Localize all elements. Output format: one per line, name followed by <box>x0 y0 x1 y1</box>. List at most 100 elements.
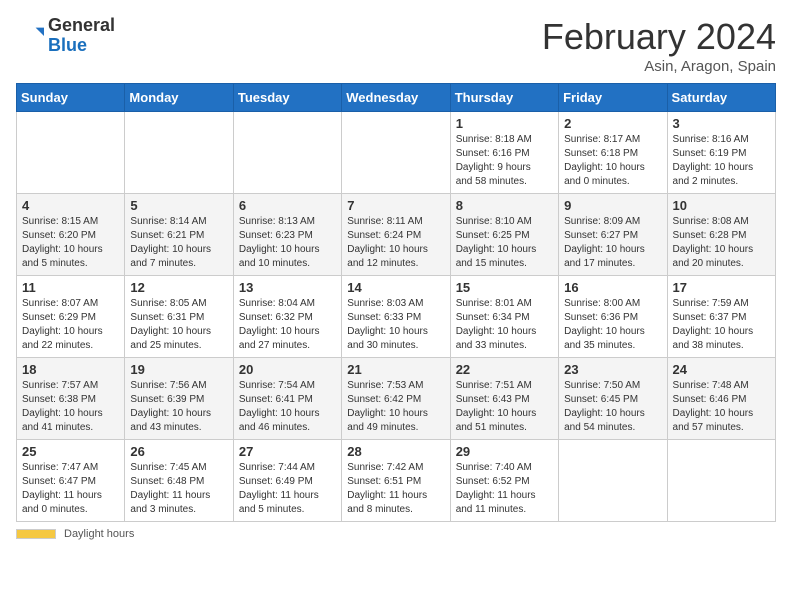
calendar-week-1: 1Sunrise: 8:18 AM Sunset: 6:16 PM Daylig… <box>17 112 776 194</box>
logo-general: General <box>48 16 115 36</box>
calendar-cell: 12 Sunrise: 8:05 AM Sunset: 6:31 PM Dayli… <box>125 276 233 358</box>
day-number: 22 <box>456 362 553 377</box>
calendar-cell: 18 Sunrise: 7:57 AM Sunset: 6:38 PM Dayli… <box>17 358 125 440</box>
calendar-cell: 4 Sunrise: 8:15 AM Sunset: 6:20 PM Daylig… <box>17 194 125 276</box>
calendar-cell: 16 Sunrise: 8:00 AM Sunset: 6:36 PM Dayli… <box>559 276 667 358</box>
day-info: Sunrise: 8:17 AM Sunset: 6:18 PM Dayligh… <box>564 133 661 189</box>
calendar-cell <box>667 440 775 522</box>
day-number: 14 <box>347 280 444 295</box>
weekday-header-sunday: Sunday <box>17 84 125 112</box>
weekday-header-wednesday: Wednesday <box>342 84 450 112</box>
day-number: 26 <box>130 444 227 459</box>
calendar-cell: 11 Sunrise: 8:07 AM Sunset: 6:29 PM Dayli… <box>17 276 125 358</box>
calendar-cell: 10 Sunrise: 8:08 AM Sunset: 6:28 PM Dayli… <box>667 194 775 276</box>
day-number: 6 <box>239 198 336 213</box>
calendar-cell: 17Sunrise: 7:59 AM Sunset: 6:37 PM Dayli… <box>667 276 775 358</box>
day-number: 3 <box>673 116 770 131</box>
weekday-header-tuesday: Tuesday <box>233 84 341 112</box>
day-info: Sunrise: 8:08 AM Sunset: 6:28 PM Dayligh… <box>673 215 770 271</box>
day-info: Sunrise: 7:57 AM Sunset: 6:38 PM Dayligh… <box>22 379 119 435</box>
day-info: Sunrise: 8:09 AM Sunset: 6:27 PM Dayligh… <box>564 215 661 271</box>
calendar-cell <box>559 440 667 522</box>
day-info: Sunrise: 8:16 AM Sunset: 6:19 PM Dayligh… <box>673 133 770 189</box>
day-info: Sunrise: 7:42 AM Sunset: 6:51 PM Dayligh… <box>347 461 444 517</box>
day-number: 21 <box>347 362 444 377</box>
day-number: 28 <box>347 444 444 459</box>
weekday-header-monday: Monday <box>125 84 233 112</box>
day-info: Sunrise: 8:13 AM Sunset: 6:23 PM Dayligh… <box>239 215 336 271</box>
day-number: 18 <box>22 362 119 377</box>
calendar-cell: 3 Sunrise: 8:16 AM Sunset: 6:19 PM Daylig… <box>667 112 775 194</box>
calendar-cell: 13Sunrise: 8:04 AM Sunset: 6:32 PM Dayli… <box>233 276 341 358</box>
day-number: 24 <box>673 362 770 377</box>
calendar-cell: 19 Sunrise: 7:56 AM Sunset: 6:39 PM Dayli… <box>125 358 233 440</box>
logo-text: General Blue <box>48 16 115 56</box>
day-number: 15 <box>456 280 553 295</box>
day-info: Sunrise: 7:40 AM Sunset: 6:52 PM Dayligh… <box>456 461 553 517</box>
day-number: 25 <box>22 444 119 459</box>
weekday-header-saturday: Saturday <box>667 84 775 112</box>
title-block: February 2024 Asin, Aragon, Spain <box>542 16 776 75</box>
calendar-week-2: 4 Sunrise: 8:15 AM Sunset: 6:20 PM Daylig… <box>17 194 776 276</box>
calendar-cell: 6 Sunrise: 8:13 AM Sunset: 6:23 PM Daylig… <box>233 194 341 276</box>
calendar-table: SundayMondayTuesdayWednesdayThursdayFrid… <box>16 83 776 522</box>
weekday-header-friday: Friday <box>559 84 667 112</box>
day-number: 10 <box>673 198 770 213</box>
day-info: Sunrise: 7:47 AM Sunset: 6:47 PM Dayligh… <box>22 461 119 517</box>
day-number: 11 <box>22 280 119 295</box>
day-number: 20 <box>239 362 336 377</box>
calendar-cell: 9 Sunrise: 8:09 AM Sunset: 6:27 PM Daylig… <box>559 194 667 276</box>
calendar-cell: 26 Sunrise: 7:45 AM Sunset: 6:48 PM Dayli… <box>125 440 233 522</box>
day-info: Sunrise: 7:48 AM Sunset: 6:46 PM Dayligh… <box>673 379 770 435</box>
calendar-week-3: 11 Sunrise: 8:07 AM Sunset: 6:29 PM Dayli… <box>17 276 776 358</box>
logo: General Blue <box>16 16 115 56</box>
logo-icon <box>16 22 44 50</box>
day-number: 5 <box>130 198 227 213</box>
day-info: Sunrise: 8:03 AM Sunset: 6:33 PM Dayligh… <box>347 297 444 353</box>
day-info: Sunrise: 8:00 AM Sunset: 6:36 PM Dayligh… <box>564 297 661 353</box>
calendar-cell: 25 Sunrise: 7:47 AM Sunset: 6:47 PM Dayli… <box>17 440 125 522</box>
calendar-week-5: 25 Sunrise: 7:47 AM Sunset: 6:47 PM Dayli… <box>17 440 776 522</box>
calendar-cell: 14 Sunrise: 8:03 AM Sunset: 6:33 PM Dayli… <box>342 276 450 358</box>
day-number: 16 <box>564 280 661 295</box>
day-number: 9 <box>564 198 661 213</box>
day-info: Sunrise: 8:10 AM Sunset: 6:25 PM Dayligh… <box>456 215 553 271</box>
day-info: Sunrise: 7:53 AM Sunset: 6:42 PM Dayligh… <box>347 379 444 435</box>
day-info: Sunrise: 8:11 AM Sunset: 6:24 PM Dayligh… <box>347 215 444 271</box>
day-number: 17 <box>673 280 770 295</box>
day-info: Sunrise: 7:45 AM Sunset: 6:48 PM Dayligh… <box>130 461 227 517</box>
daylight-label: Daylight hours <box>64 528 134 540</box>
calendar-cell: 22 Sunrise: 7:51 AM Sunset: 6:43 PM Dayli… <box>450 358 558 440</box>
daylight-bar-icon <box>16 529 56 539</box>
day-info: Sunrise: 8:07 AM Sunset: 6:29 PM Dayligh… <box>22 297 119 353</box>
day-info: Sunrise: 8:15 AM Sunset: 6:20 PM Dayligh… <box>22 215 119 271</box>
calendar-cell: 7 Sunrise: 8:11 AM Sunset: 6:24 PM Daylig… <box>342 194 450 276</box>
day-number: 8 <box>456 198 553 213</box>
logo-blue: Blue <box>48 36 115 56</box>
day-number: 27 <box>239 444 336 459</box>
calendar-cell <box>125 112 233 194</box>
weekday-header-thursday: Thursday <box>450 84 558 112</box>
day-info: Sunrise: 7:56 AM Sunset: 6:39 PM Dayligh… <box>130 379 227 435</box>
footer: Daylight hours <box>16 528 776 540</box>
day-number: 7 <box>347 198 444 213</box>
day-info: Sunrise: 8:14 AM Sunset: 6:21 PM Dayligh… <box>130 215 227 271</box>
day-info: Sunrise: 8:05 AM Sunset: 6:31 PM Dayligh… <box>130 297 227 353</box>
day-info: Sunrise: 7:51 AM Sunset: 6:43 PM Dayligh… <box>456 379 553 435</box>
day-number: 19 <box>130 362 227 377</box>
day-info: Sunrise: 7:54 AM Sunset: 6:41 PM Dayligh… <box>239 379 336 435</box>
day-number: 13 <box>239 280 336 295</box>
day-number: 23 <box>564 362 661 377</box>
calendar-cell <box>342 112 450 194</box>
calendar-subtitle: Asin, Aragon, Spain <box>542 58 776 75</box>
calendar-cell: 21 Sunrise: 7:53 AM Sunset: 6:42 PM Dayli… <box>342 358 450 440</box>
page-header: General Blue February 2024 Asin, Aragon,… <box>16 16 776 75</box>
calendar-cell: 28 Sunrise: 7:42 AM Sunset: 6:51 PM Dayli… <box>342 440 450 522</box>
calendar-title: February 2024 <box>542 16 776 58</box>
day-info: Sunrise: 7:50 AM Sunset: 6:45 PM Dayligh… <box>564 379 661 435</box>
calendar-cell: 15Sunrise: 8:01 AM Sunset: 6:34 PM Dayli… <box>450 276 558 358</box>
day-number: 4 <box>22 198 119 213</box>
day-number: 1 <box>456 116 553 131</box>
calendar-cell: 29Sunrise: 7:40 AM Sunset: 6:52 PM Dayli… <box>450 440 558 522</box>
day-number: 12 <box>130 280 227 295</box>
